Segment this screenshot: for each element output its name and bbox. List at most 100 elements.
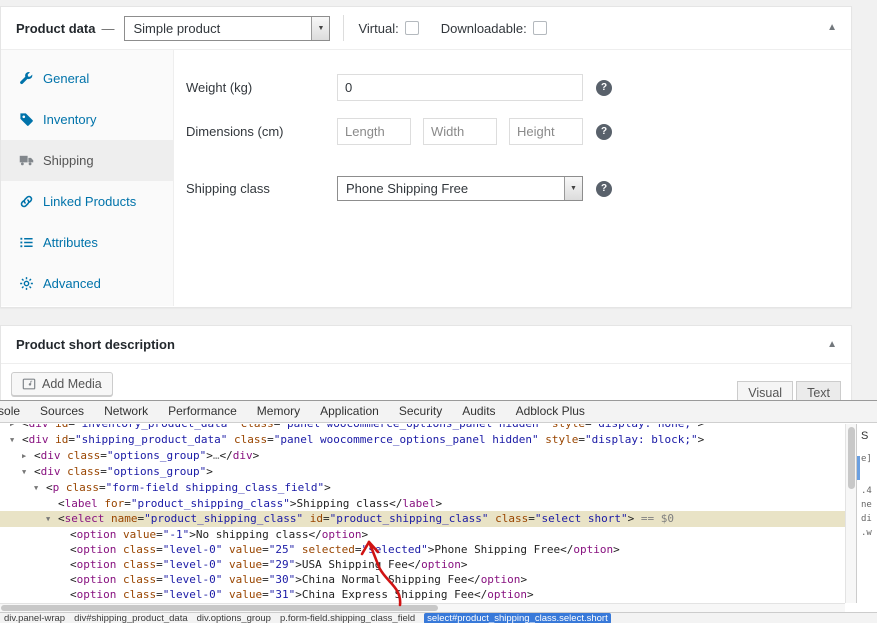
help-icon[interactable]: ?: [596, 181, 612, 197]
code-text: No shipping class: [196, 528, 309, 541]
width-input[interactable]: [423, 118, 497, 145]
code-text: [104, 512, 111, 525]
code-text: =: [262, 558, 269, 571]
code-line[interactable]: <option class="level-0" value="29">USA S…: [0, 557, 845, 572]
height-input[interactable]: [509, 118, 583, 145]
code-line[interactable]: ▼<div class="options_group">: [0, 464, 845, 480]
code-tag: option: [487, 588, 527, 601]
weight-label: Weight (kg): [174, 80, 337, 95]
styles-panel-marker: [857, 456, 860, 480]
disclosure-expanded-icon[interactable]: ▼: [10, 433, 22, 448]
code-tag: div: [29, 424, 49, 430]
scrollbar-thumb[interactable]: [848, 427, 855, 489]
tab-label: Shipping: [43, 153, 94, 168]
weight-input[interactable]: [337, 74, 583, 101]
devtools-tab-memory[interactable]: Memory: [247, 401, 310, 422]
code-attr: value: [229, 588, 262, 601]
code-text: =: [68, 424, 75, 430]
code-line[interactable]: <option class="level-0" value="31">China…: [0, 587, 845, 602]
vertical-scrollbar[interactable]: [845, 424, 856, 603]
scrollbar-thumb[interactable]: [1, 605, 438, 611]
disclosure-collapsed-icon[interactable]: ▶: [10, 424, 22, 432]
collapse-toggle-icon[interactable]: ▲: [827, 22, 837, 33]
code-attr: value: [229, 558, 262, 571]
tab-inventory[interactable]: Inventory: [1, 99, 173, 140]
code-text: <: [58, 497, 65, 510]
select-dropdown-arrow-icon: ▼: [564, 177, 582, 200]
devtools-tab-sources[interactable]: Sources: [30, 401, 94, 422]
devtools-tab-console[interactable]: Console: [0, 401, 30, 422]
code-text: <: [70, 558, 77, 571]
code-text: </: [219, 449, 232, 462]
breadcrumb-item[interactable]: div.options_group: [197, 613, 271, 623]
code-text: =: [156, 543, 163, 556]
collapse-toggle-icon[interactable]: ▲: [827, 339, 837, 350]
devtools-tab-audits[interactable]: Audits: [452, 401, 505, 422]
disclosure-expanded-icon[interactable]: ▼: [22, 465, 34, 480]
help-icon[interactable]: ?: [596, 80, 612, 96]
devtools-tab-adblock-plus[interactable]: Adblock Plus: [506, 401, 595, 422]
shipping-class-select[interactable]: Phone Shipping Free ▼: [337, 176, 583, 201]
breadcrumb-item[interactable]: p.form-field.shipping_class_field: [280, 613, 415, 623]
code-value: "panel woocommerce_options_panel hidden": [274, 433, 539, 446]
code-tag: option: [77, 588, 117, 601]
horizontal-scrollbar[interactable]: [0, 603, 845, 612]
devtools-tab-security[interactable]: Security: [389, 401, 452, 422]
devtools-tab-network[interactable]: Network: [94, 401, 158, 422]
code-text: =: [100, 449, 107, 462]
disclosure-expanded-icon[interactable]: ▼: [46, 512, 58, 527]
code-value: "inventory_product_data": [75, 424, 234, 430]
disclosure-collapsed-icon[interactable]: ▶: [22, 449, 34, 464]
code-line[interactable]: ▼<p class="form-field shipping_class_fie…: [0, 480, 845, 496]
code-line[interactable]: <label for="product_shipping_class">Ship…: [0, 496, 845, 511]
code-text: [222, 543, 229, 556]
tab-general[interactable]: General: [1, 58, 173, 99]
code-value: "product_shipping_class": [144, 512, 303, 525]
virtual-checkbox[interactable]: [405, 21, 419, 35]
code-text: =: [124, 497, 131, 510]
disclosure-expanded-icon[interactable]: ▼: [34, 481, 46, 496]
breadcrumb-item[interactable]: div#shipping_product_data: [74, 613, 188, 623]
code-tag: option: [421, 558, 461, 571]
code-line[interactable]: <option value="-1">No shipping class</op…: [0, 527, 845, 542]
tab-linked-products[interactable]: Linked Products: [1, 181, 173, 222]
tab-shipping[interactable]: Shipping: [1, 140, 173, 181]
code-line[interactable]: ▼<select name="product_shipping_class" i…: [0, 511, 845, 527]
add-media-button[interactable]: Add Media: [11, 372, 113, 396]
code-text: >: [461, 558, 468, 571]
shipping-options-panel: Weight (kg) ? Dimensions (cm) ? Shipping…: [174, 50, 851, 306]
code-line[interactable]: ▶<div id="inventory_product_data" class=…: [0, 424, 845, 432]
tab-attributes[interactable]: Attributes: [1, 222, 173, 263]
breadcrumb-item[interactable]: div.panel-wrap: [4, 613, 65, 623]
code-attr: id: [55, 424, 68, 430]
code-text: =: [262, 573, 269, 586]
code-text: <: [70, 543, 77, 556]
product-type-select[interactable]: Simple product ▼: [124, 16, 330, 41]
tab-advanced[interactable]: Advanced: [1, 263, 173, 304]
code-line[interactable]: ▶<div class="options_group">…</div>: [0, 448, 845, 464]
code-line[interactable]: <option class="level-0" value="25" selec…: [0, 542, 845, 557]
code-text: [59, 481, 66, 494]
code-line[interactable]: ▼<div id="shipping_product_data" class="…: [0, 432, 845, 448]
code-text: <: [70, 528, 77, 541]
code-text: =: [156, 558, 163, 571]
devtools-tab-application[interactable]: Application: [310, 401, 389, 422]
help-icon[interactable]: ?: [596, 124, 612, 140]
code-value: "level-0": [163, 573, 223, 586]
tab-label: Inventory: [43, 112, 96, 127]
code-line[interactable]: <option class="level-0" value="30">China…: [0, 572, 845, 587]
code-value: "level-0": [163, 543, 223, 556]
code-attr: value: [229, 543, 262, 556]
tab-label: Advanced: [43, 276, 101, 291]
code-value: "display: none;": [592, 424, 698, 430]
devtools-tab-performance[interactable]: Performance: [158, 401, 247, 422]
code-text: >: [361, 528, 368, 541]
breadcrumb-item[interactable]: select#product_shipping_class.select.sho…: [424, 613, 611, 623]
code-tag: option: [322, 528, 362, 541]
downloadable-checkbox[interactable]: [533, 21, 547, 35]
code-text: >: [698, 424, 705, 430]
devtools-tabbar: ConsoleSourcesNetworkPerformanceMemoryAp…: [0, 401, 877, 423]
downloadable-label: Downloadable:: [441, 21, 527, 36]
code-text: >: [324, 481, 331, 494]
length-input[interactable]: [337, 118, 411, 145]
